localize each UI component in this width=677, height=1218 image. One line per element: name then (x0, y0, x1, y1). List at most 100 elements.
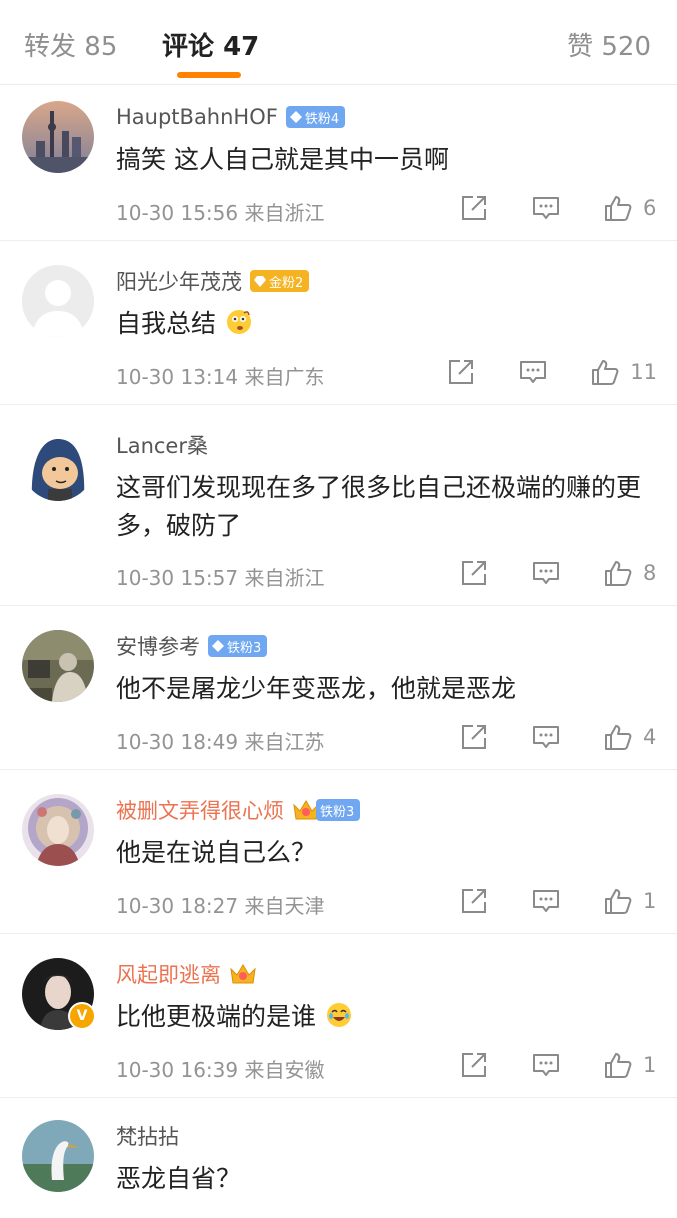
avatar[interactable] (22, 265, 94, 337)
comment-item: 安博参考 铁粉3 他不是屠龙少年变恶龙，他就是恶龙 10-30 18:49 来自… (0, 606, 677, 770)
thumbs-up-icon[interactable] (603, 1050, 633, 1080)
comment-location: 来自广东 (244, 365, 325, 389)
comment-text-body: 自我总结 (116, 309, 217, 338)
name-row: 阳光少年茂茂 金粉2 (116, 265, 310, 297)
comment-time: 10-30 15:57 (116, 566, 239, 590)
comment-bubble-icon[interactable] (531, 558, 561, 588)
tab-likes-label: 赞 (567, 32, 594, 62)
thumbs-up-icon[interactable] (590, 357, 620, 387)
like-count: 1 (643, 889, 657, 913)
name-row: HauptBahnHOF 铁粉4 (116, 101, 346, 133)
tab-comments-label: 评论 (162, 32, 215, 62)
share-box-icon[interactable] (459, 558, 489, 588)
avatar[interactable] (22, 630, 94, 702)
comment-text: 他不是屠龙少年变恶龙，他就是恶龙 (116, 674, 517, 703)
fan-badge[interactable]: 铁粉3 (208, 635, 268, 657)
username[interactable]: 梵拈拈 (116, 1121, 179, 1151)
comment-list: HauptBahnHOF 铁粉4 搞笑 这人自己就是其中一员啊 10-30 15… (0, 85, 677, 1218)
share-box-icon[interactable] (459, 886, 489, 916)
comment-meta: 10-30 13:14 来自广东 (116, 361, 324, 390)
username[interactable]: 安博参考 (116, 631, 200, 661)
comment-time: 10-30 18:49 (116, 730, 239, 754)
tab-likes[interactable]: 赞 520 (567, 26, 651, 63)
tab-comments-count: 47 (223, 32, 260, 62)
comment-item: 被删文弄得很心烦 铁粉3 他是在说自己么？ 10-30 18:27 来自天津 1 (0, 770, 677, 934)
fan-badge[interactable]: 铁粉3 (316, 799, 361, 821)
username[interactable]: 被删文弄得很心烦 (116, 795, 284, 825)
comment-bubble-icon[interactable] (531, 1050, 561, 1080)
comment-bubble-icon[interactable] (531, 193, 561, 223)
fan-badge[interactable]: 铁粉4 (285, 106, 346, 128)
comment-text: 这哥们发现现在多了很多比自己还极端的赚的更多，破防了 (116, 473, 642, 540)
comment-time: 10-30 16:39 (116, 1058, 239, 1082)
comment-location: 来自浙江 (244, 201, 325, 225)
name-row: 被删文弄得很心烦 铁粉3 (116, 794, 361, 826)
thumbs-up-icon[interactable] (603, 193, 633, 223)
comment-text: 自我总结 (116, 305, 661, 343)
fan-badge[interactable]: 金粉2 (250, 270, 310, 292)
comment-meta: 10-30 18:27 来自天津 (116, 890, 324, 919)
like-count: 6 (643, 196, 657, 220)
share-box-icon[interactable] (459, 193, 489, 223)
fan-badge-label: 铁粉4 (304, 111, 340, 127)
thumbs-up-icon[interactable] (603, 558, 633, 588)
name-row: 风起即逃离 (116, 958, 257, 990)
comment-actions: 1 (459, 1050, 657, 1080)
tab-reposts-count: 85 (84, 32, 118, 62)
diamond-icon (289, 111, 302, 123)
like-count: 4 (643, 725, 657, 749)
diamond-icon (254, 276, 266, 287)
share-box-icon[interactable] (446, 357, 476, 387)
comment-actions: 1 (459, 886, 657, 916)
verified-v-icon: V (68, 1002, 96, 1030)
comment-bubble-icon[interactable] (518, 357, 548, 387)
comment-meta: 10-30 15:57 来自浙江 (116, 562, 324, 591)
username[interactable]: HauptBahnHOF (116, 105, 278, 129)
fan-badge-label: 铁粉3 (227, 640, 262, 656)
comment-tabs-bar: 转发 85 评论 47 赞 520 (0, 0, 677, 85)
avatar[interactable] (22, 429, 94, 501)
tab-reposts[interactable]: 转发 85 (24, 26, 117, 63)
crown-icon (230, 964, 256, 984)
thumbs-up-icon[interactable] (603, 722, 633, 752)
comment-location: 来自天津 (244, 894, 325, 918)
fan-badge-label: 金粉2 (269, 275, 304, 291)
comment-location: 来自安徽 (244, 1058, 325, 1082)
comment-text: 他是在说自己么？ (116, 838, 317, 867)
comment-item: 梵拈拈 恶龙自省？ (0, 1098, 677, 1218)
comment-bubble-icon[interactable] (531, 722, 561, 752)
comment-actions: 11 (446, 357, 657, 387)
comment-text: 比他更极端的是谁 (116, 998, 661, 1036)
comment-actions: 6 (459, 193, 657, 223)
comment-time: 10-30 15:56 (116, 201, 239, 225)
comment-item: V 风起即逃离 比他更极端的是谁 10-30 16:39 来自安徽 1 (0, 934, 677, 1098)
comment-actions: 4 (459, 722, 657, 752)
comment-text: 搞笑 这人自己就是其中一员啊 (116, 145, 449, 174)
username[interactable]: 阳光少年茂茂 (116, 266, 242, 296)
comment-bubble-icon[interactable] (531, 886, 561, 916)
username[interactable]: 风起即逃离 (116, 959, 221, 989)
comment-meta: 10-30 15:56 来自浙江 (116, 197, 324, 226)
active-tab-indicator (177, 72, 241, 78)
avatar[interactable] (22, 101, 94, 173)
comment-actions: 8 (459, 558, 657, 588)
tab-comments[interactable]: 评论 47 (162, 26, 259, 63)
username[interactable]: Lancer桑 (116, 430, 208, 460)
share-box-icon[interactable] (459, 722, 489, 752)
thinking-face-icon (226, 310, 251, 334)
avatar[interactable] (22, 1120, 94, 1192)
comment-item: 阳光少年茂茂 金粉2 自我总结 10-30 13:14 来自广东 11 (0, 241, 677, 405)
comment-meta: 10-30 16:39 来自安徽 (116, 1054, 324, 1083)
comment-text: 恶龙自省？ (116, 1164, 242, 1193)
comment-item: Lancer桑 这哥们发现现在多了很多比自己还极端的赚的更多，破防了 10-30… (0, 405, 677, 606)
name-row: 安博参考 铁粉3 (116, 630, 268, 662)
comment-time: 10-30 13:14 (116, 365, 239, 389)
comment-location: 来自浙江 (244, 566, 325, 590)
fan-badge-label: 铁粉3 (320, 804, 355, 820)
avatar[interactable] (22, 794, 94, 866)
thumbs-up-icon[interactable] (603, 886, 633, 916)
like-count: 8 (643, 561, 657, 585)
comment-text-body: 比他更极端的是谁 (116, 1002, 317, 1031)
share-box-icon[interactable] (459, 1050, 489, 1080)
comment-location: 来自江苏 (244, 730, 325, 754)
